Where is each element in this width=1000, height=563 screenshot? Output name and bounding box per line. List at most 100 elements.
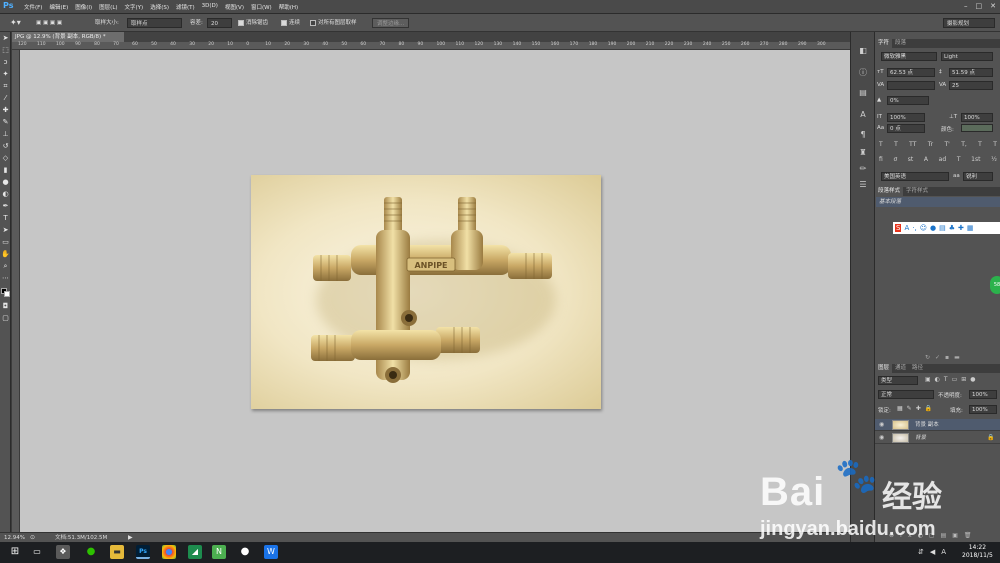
- chrome-icon[interactable]: [162, 545, 176, 559]
- wechat-icon[interactable]: ●: [84, 545, 98, 559]
- info-panel-icon[interactable]: ⓘ: [858, 68, 868, 78]
- path-select-icon[interactable]: ➤: [1, 226, 10, 235]
- visibility-eye-icon[interactable]: ◉: [879, 419, 884, 431]
- tab-character[interactable]: 字符: [875, 39, 893, 48]
- ime-voice-icon[interactable]: ●: [930, 224, 936, 232]
- menu-type[interactable]: 文字(Y): [125, 3, 144, 11]
- all-layers-checkbox[interactable]: 对所有图层取样: [310, 18, 357, 28]
- character-panel-icon[interactable]: A: [858, 110, 868, 120]
- language-select[interactable]: 美国英语: [881, 172, 949, 181]
- move-tool-icon[interactable]: ➤: [1, 34, 10, 43]
- document-tab[interactable]: JPG @ 12.9% (背景 副本, RGB/8) *: [12, 32, 124, 42]
- fill-input[interactable]: 100%: [969, 405, 997, 414]
- tab-paths[interactable]: 路径: [909, 364, 926, 373]
- crop-tool-icon[interactable]: ⌗: [1, 82, 10, 91]
- more-tools-icon[interactable]: ⋯: [1, 274, 10, 283]
- fractions-button[interactable]: ½: [991, 156, 997, 163]
- screen-mode-icon[interactable]: ▢: [1, 314, 10, 323]
- ime-skin-icon[interactable]: ♣: [949, 224, 955, 232]
- font-size-input[interactable]: 62.53 点: [887, 68, 935, 77]
- quick-mask-icon[interactable]: ◘: [1, 302, 10, 311]
- minimize-button[interactable]: –: [964, 2, 968, 10]
- hand-tool-icon[interactable]: ✋: [1, 250, 10, 259]
- tab-paragraph-styles[interactable]: 段落样式: [875, 187, 904, 196]
- refine-edge-button[interactable]: 调整边缘...: [372, 18, 410, 28]
- vertical-scale-input[interactable]: 100%: [887, 113, 925, 122]
- clock[interactable]: 14:22 2018/11/5: [962, 544, 993, 560]
- healing-brush-icon[interactable]: ✚: [1, 106, 10, 115]
- pen-tool-icon[interactable]: ✒: [1, 202, 10, 211]
- brush-tool-icon[interactable]: ✎: [1, 118, 10, 127]
- paragraph-panel-icon[interactable]: ¶: [858, 130, 868, 140]
- tool-presets-icon[interactable]: ♜: [858, 148, 868, 158]
- kerning-input[interactable]: [887, 81, 935, 90]
- sogou-badge[interactable]: 58: [990, 276, 1000, 294]
- app-n-icon[interactable]: N: [212, 545, 226, 559]
- baseline-shift-input[interactable]: 0 点: [887, 124, 925, 133]
- swash-button[interactable]: A: [924, 156, 928, 163]
- magic-wand-tool-icon[interactable]: ✦▾: [10, 18, 21, 28]
- dodge-tool-icon[interactable]: ◐: [1, 190, 10, 199]
- layer-name[interactable]: 背景 副本: [915, 419, 939, 431]
- app-icon[interactable]: ❖: [56, 545, 70, 559]
- tolerance-input[interactable]: 20: [207, 18, 232, 28]
- all-caps-button[interactable]: TT: [909, 141, 916, 148]
- selection-mode-icons[interactable]: ▣ ▣ ▣ ▣: [36, 18, 62, 28]
- properties-panel-icon[interactable]: ☰: [858, 180, 868, 190]
- start-button[interactable]: ⊞: [8, 545, 22, 559]
- menu-image[interactable]: 图像(I): [75, 3, 92, 11]
- leading-input[interactable]: 51.59 点: [949, 68, 993, 77]
- layer-row[interactable]: ◉ 背景 🔒: [875, 432, 1000, 444]
- magic-wand-icon[interactable]: ✦: [1, 70, 10, 79]
- subscript-button[interactable]: T,: [961, 141, 967, 148]
- ordinals-button[interactable]: 1st: [971, 156, 980, 163]
- gradient-tool-icon[interactable]: ▮: [1, 166, 10, 175]
- menu-filter[interactable]: 滤镜(T): [176, 3, 195, 11]
- workspace-select[interactable]: 摄影规划: [943, 18, 995, 28]
- maximize-button[interactable]: □: [976, 2, 983, 10]
- text-color-swatch[interactable]: [961, 124, 993, 132]
- type-tool-icon[interactable]: T: [1, 214, 10, 223]
- app-blue-icon[interactable]: W: [264, 545, 278, 559]
- menu-3d[interactable]: 3D(D): [202, 3, 218, 11]
- ime-tool-icon[interactable]: ✚: [958, 224, 964, 232]
- font-family-select[interactable]: 微软雅黑: [881, 52, 937, 61]
- qq-icon[interactable]: ●: [238, 545, 252, 559]
- baseline-scale-input[interactable]: 0%: [887, 96, 929, 105]
- superscript-button[interactable]: T': [944, 141, 949, 148]
- font-style-select[interactable]: Light: [941, 52, 993, 61]
- zoom-tool-icon[interactable]: ⌕: [1, 262, 10, 271]
- history-panel-icon[interactable]: ◧: [858, 46, 868, 56]
- blur-tool-icon[interactable]: ●: [1, 178, 10, 187]
- brush-panel-icon[interactable]: ✏: [858, 164, 868, 174]
- lock-icons[interactable]: ▦✎✚🔒: [897, 405, 936, 412]
- sogou-icon[interactable]: S: [895, 224, 902, 232]
- layer-filter-icons[interactable]: ▣◐T▭⊞●: [925, 376, 980, 383]
- clone-stamp-icon[interactable]: ⊥: [1, 130, 10, 139]
- layer-filter-select[interactable]: 类型: [878, 376, 918, 385]
- ime-keyboard-icon[interactable]: ▤: [939, 224, 946, 232]
- contiguous-checkbox[interactable]: 连续: [281, 18, 300, 28]
- file-explorer-icon[interactable]: ▬: [110, 545, 124, 559]
- old-style-button[interactable]: ơ: [893, 156, 897, 163]
- tab-channels[interactable]: 通道: [892, 364, 909, 373]
- shape-tool-icon[interactable]: ▭: [1, 238, 10, 247]
- close-button[interactable]: ✕: [990, 2, 996, 10]
- background-color-swatch[interactable]: [4, 291, 10, 297]
- ime-toolbar[interactable]: S A ·, ☺ ● ▤ ♣ ✚ ▦: [893, 222, 1000, 234]
- blend-mode-select[interactable]: 正常: [878, 390, 934, 399]
- tracking-input[interactable]: 25: [949, 81, 993, 90]
- document-image[interactable]: ANPIPE: [251, 175, 601, 409]
- faux-italic-button[interactable]: T: [894, 141, 898, 148]
- ime-punct-icon[interactable]: ·,: [912, 224, 916, 232]
- tab-paragraph[interactable]: 段落: [892, 39, 909, 48]
- lasso-tool-icon[interactable]: ↄ: [1, 58, 10, 67]
- history-brush-icon[interactable]: ↺: [1, 142, 10, 151]
- ime-menu-icon[interactable]: ▦: [967, 224, 974, 232]
- ligature-button[interactable]: fi: [879, 156, 883, 163]
- layer-row-selected[interactable]: ◉ 背景 副本: [875, 419, 1000, 431]
- sample-size-select[interactable]: 取样点: [127, 18, 182, 28]
- menu-edit[interactable]: 编辑(E): [49, 3, 68, 11]
- menu-layer[interactable]: 图层(L): [99, 3, 117, 11]
- ime-emoji-icon[interactable]: ☺: [920, 224, 927, 232]
